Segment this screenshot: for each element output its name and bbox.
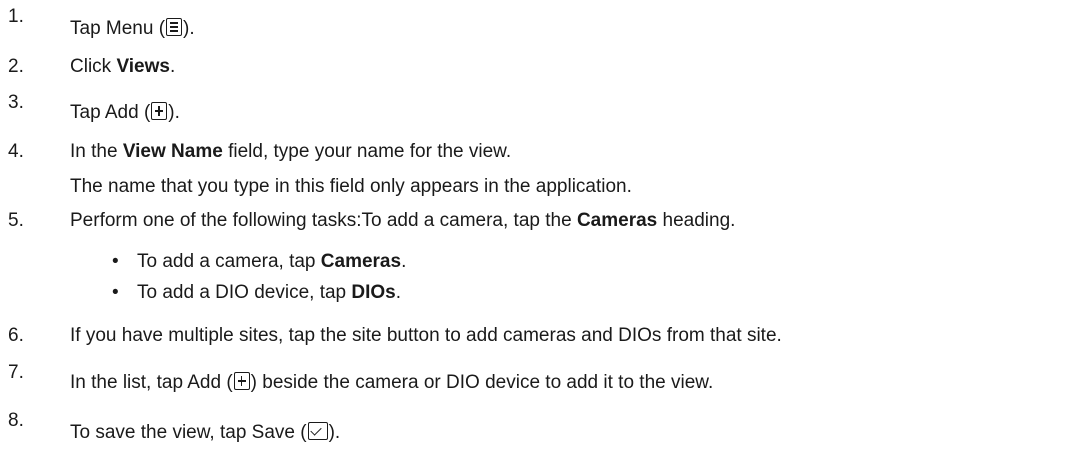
bullet: • <box>112 251 119 272</box>
step-text: Click Views. <box>70 56 176 77</box>
step-text: Perform one of the following tasks:To ad… <box>70 210 736 231</box>
bullet: • <box>112 282 119 303</box>
step-number: 5. <box>8 210 24 231</box>
menu-icon <box>166 18 183 36</box>
step-text: In the View Name field, type your name f… <box>70 141 512 162</box>
step-text: To save the view, tap Save (). <box>70 422 341 443</box>
step-text: Tap Add (). <box>70 102 180 123</box>
plus-box-icon <box>233 372 250 390</box>
step-note: The name that you type in this field onl… <box>70 176 632 197</box>
step-number: 1. <box>8 6 24 27</box>
step-text: If you have multiple sites, tap the site… <box>70 325 782 346</box>
step-number: 7. <box>8 362 24 383</box>
step-number: 4. <box>8 141 24 162</box>
substep-text: To add a DIO device, tap DIOs. <box>137 282 402 303</box>
step-number: 6. <box>8 325 24 346</box>
instruction-steps: 1. Tap Menu (). 2. Click Views. 3. Tap A… <box>0 0 1070 472</box>
substep-text: To add a camera, tap Cameras. <box>137 251 407 272</box>
step-number: 8. <box>8 410 24 431</box>
step-number: 3. <box>8 92 24 113</box>
plus-box-icon <box>151 102 168 120</box>
step-text: Tap Menu (). <box>70 18 195 39</box>
check-box-icon <box>307 422 328 440</box>
step-number: 2. <box>8 56 24 77</box>
step-text: In the list, tap Add () beside the camer… <box>70 372 714 393</box>
